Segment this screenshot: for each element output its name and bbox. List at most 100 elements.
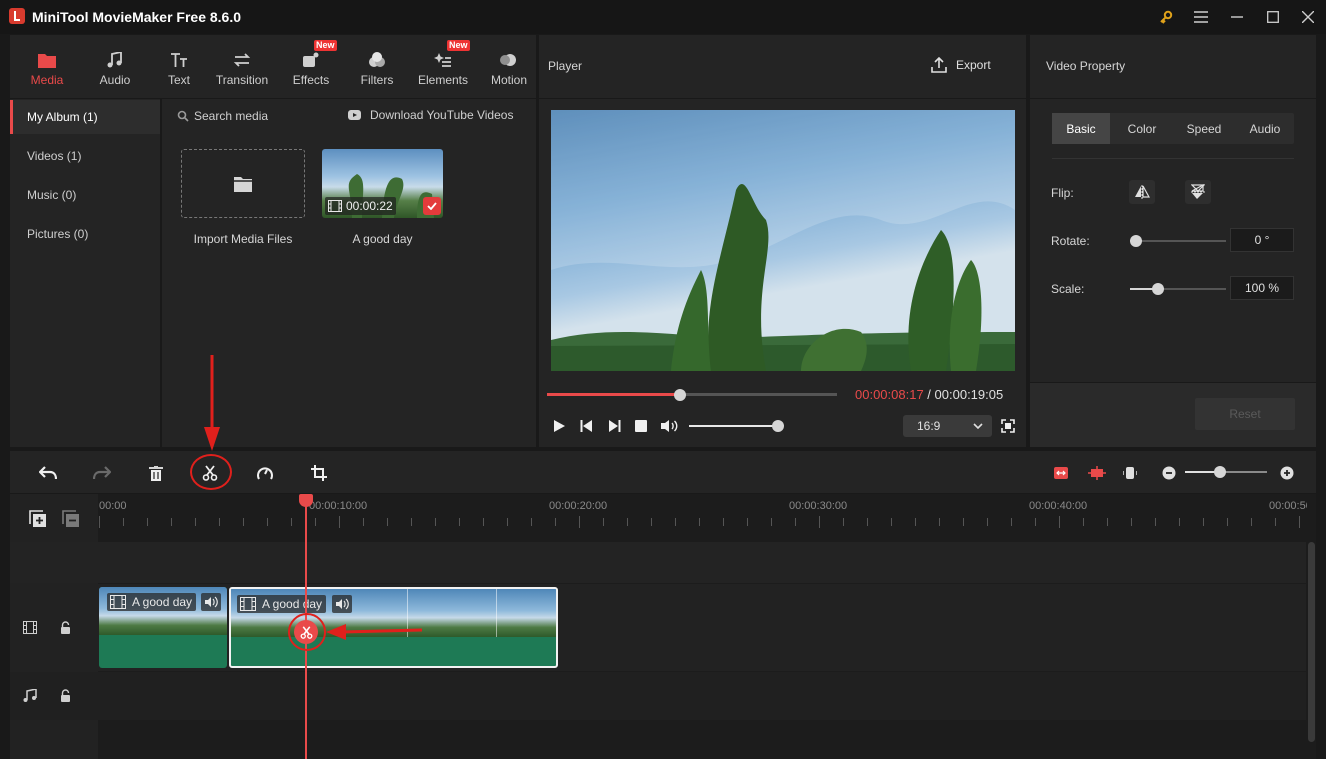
tab-audio[interactable]: Audio bbox=[90, 41, 140, 97]
scale-slider[interactable] bbox=[1130, 288, 1226, 290]
close-icon[interactable] bbox=[1289, 0, 1326, 34]
tab-motion[interactable]: Motion bbox=[486, 41, 532, 97]
redo-icon[interactable] bbox=[87, 458, 117, 488]
tab-audio-property[interactable]: Audio bbox=[1236, 113, 1294, 144]
sidebar-item-my-album[interactable]: My Album (1) bbox=[10, 100, 160, 134]
playback-progress-fill bbox=[547, 393, 681, 396]
ruler-tick bbox=[1059, 516, 1060, 528]
remove-track-icon[interactable] bbox=[62, 510, 80, 531]
tab-speed[interactable]: Speed bbox=[1175, 113, 1233, 144]
add-track-icon[interactable] bbox=[29, 510, 47, 531]
property-footer: Reset bbox=[1030, 383, 1316, 447]
tab-effects[interactable]: New Effects bbox=[286, 40, 337, 97]
title-bar: MiniTool MovieMaker Free 8.6.0 bbox=[0, 0, 1326, 34]
folder-icon bbox=[234, 176, 252, 192]
crop-icon[interactable] bbox=[304, 458, 334, 488]
tab-filters[interactable]: Filters bbox=[352, 41, 402, 97]
playhead-handle[interactable] bbox=[299, 494, 313, 507]
lock-icon[interactable] bbox=[60, 621, 71, 637]
checkmark-icon bbox=[423, 197, 441, 215]
ruler-tick bbox=[147, 518, 148, 526]
text-icon bbox=[171, 52, 187, 67]
play-icon[interactable] bbox=[553, 419, 566, 436]
ruler-tick bbox=[915, 518, 916, 526]
undo-icon[interactable] bbox=[33, 458, 63, 488]
audio-track bbox=[10, 672, 1306, 720]
search-media[interactable]: Search media bbox=[177, 109, 268, 123]
property-header: Video Property bbox=[1030, 35, 1316, 98]
zoom-out-icon[interactable] bbox=[1154, 458, 1184, 488]
sidebar-item-videos[interactable]: Videos (1) bbox=[10, 139, 160, 173]
ruler-label: 00:00:50:00 bbox=[1269, 500, 1307, 512]
next-frame-icon[interactable] bbox=[608, 419, 621, 436]
tab-basic[interactable]: Basic bbox=[1052, 113, 1110, 144]
ruler-tick bbox=[123, 518, 124, 526]
export-button[interactable]: Export bbox=[931, 57, 991, 73]
ruler-tick bbox=[819, 516, 820, 528]
export-label: Export bbox=[956, 58, 991, 72]
ruler-tick bbox=[939, 518, 940, 526]
video-clip[interactable]: A good day bbox=[99, 587, 227, 668]
import-media-button[interactable] bbox=[181, 149, 305, 218]
new-badge: New bbox=[314, 40, 337, 51]
previous-frame-icon[interactable] bbox=[580, 419, 593, 436]
ruler-label: 00:00 bbox=[99, 500, 127, 512]
playback-progress-handle[interactable] bbox=[674, 389, 687, 401]
ruler-label: 00:00:40:00 bbox=[1029, 500, 1088, 512]
tab-media[interactable]: Media bbox=[22, 41, 72, 97]
volume-track[interactable] bbox=[689, 425, 783, 427]
menu-icon[interactable] bbox=[1182, 0, 1220, 34]
rotate-slider-handle[interactable] bbox=[1130, 235, 1142, 247]
aspect-ratio-select[interactable]: 16:9 bbox=[903, 415, 992, 437]
tab-transition-label: Transition bbox=[215, 72, 269, 87]
rotate-slider[interactable] bbox=[1130, 240, 1226, 242]
ruler-tick bbox=[963, 518, 964, 526]
reset-button[interactable]: Reset bbox=[1195, 398, 1295, 430]
sidebar-item-pictures[interactable]: Pictures (0) bbox=[10, 217, 160, 251]
film-icon bbox=[110, 595, 126, 609]
film-icon bbox=[240, 597, 256, 611]
search-input[interactable]: Search media bbox=[194, 109, 268, 123]
tab-color[interactable]: Color bbox=[1113, 113, 1171, 144]
delete-icon[interactable] bbox=[141, 458, 171, 488]
stop-icon[interactable] bbox=[635, 420, 647, 435]
fit-timeline-icon[interactable] bbox=[1046, 458, 1076, 488]
flip-vertical-icon[interactable] bbox=[1185, 180, 1211, 204]
minimize-icon[interactable] bbox=[1218, 0, 1256, 34]
tab-transition[interactable]: Transition bbox=[210, 41, 274, 97]
volume-icon[interactable] bbox=[660, 419, 678, 436]
zoom-slider-handle[interactable] bbox=[1214, 466, 1226, 478]
video-preview[interactable] bbox=[551, 110, 1015, 371]
zoom-in-icon[interactable] bbox=[1272, 458, 1302, 488]
rotate-value-input[interactable]: 0 ° bbox=[1230, 228, 1294, 252]
audio-waveform-icon[interactable] bbox=[1115, 458, 1145, 488]
maximize-icon[interactable] bbox=[1254, 0, 1292, 34]
clip-volume-icon[interactable] bbox=[332, 595, 352, 613]
tab-elements[interactable]: New Elements bbox=[414, 40, 472, 97]
player-title: Player bbox=[548, 59, 583, 73]
scale-slider-handle[interactable] bbox=[1152, 283, 1164, 295]
snap-icon[interactable] bbox=[1082, 458, 1112, 488]
duration-badge: 00:00:22 bbox=[325, 197, 396, 215]
flip-horizontal-icon[interactable] bbox=[1129, 180, 1155, 204]
ruler-tick bbox=[1179, 518, 1180, 526]
sidebar-item-music[interactable]: Music (0) bbox=[10, 178, 160, 212]
speed-icon[interactable] bbox=[250, 458, 280, 488]
scale-value-input[interactable]: 100 % bbox=[1230, 276, 1294, 300]
tab-text[interactable]: Text bbox=[155, 41, 203, 97]
ruler-tick bbox=[507, 518, 508, 526]
highlight-circle bbox=[288, 613, 326, 651]
clip-volume-icon[interactable] bbox=[201, 593, 221, 611]
playback-progress-track[interactable] bbox=[547, 393, 837, 396]
download-youtube-button[interactable]: Download YouTube Videos bbox=[348, 108, 513, 122]
zoom-slider[interactable] bbox=[1185, 471, 1267, 473]
player-panel: 00:00:08:17 / 00:00:19:05 16:9 bbox=[539, 99, 1026, 447]
volume-handle[interactable] bbox=[772, 420, 785, 432]
ruler-tick bbox=[459, 518, 460, 526]
fullscreen-icon[interactable] bbox=[1001, 419, 1015, 436]
key-icon[interactable] bbox=[1147, 0, 1185, 34]
ruler-tick bbox=[1035, 518, 1036, 526]
lock-icon[interactable] bbox=[60, 689, 71, 705]
timeline-scrollbar[interactable] bbox=[1308, 542, 1315, 742]
media-thumbnail[interactable]: 00:00:22 bbox=[322, 149, 443, 218]
